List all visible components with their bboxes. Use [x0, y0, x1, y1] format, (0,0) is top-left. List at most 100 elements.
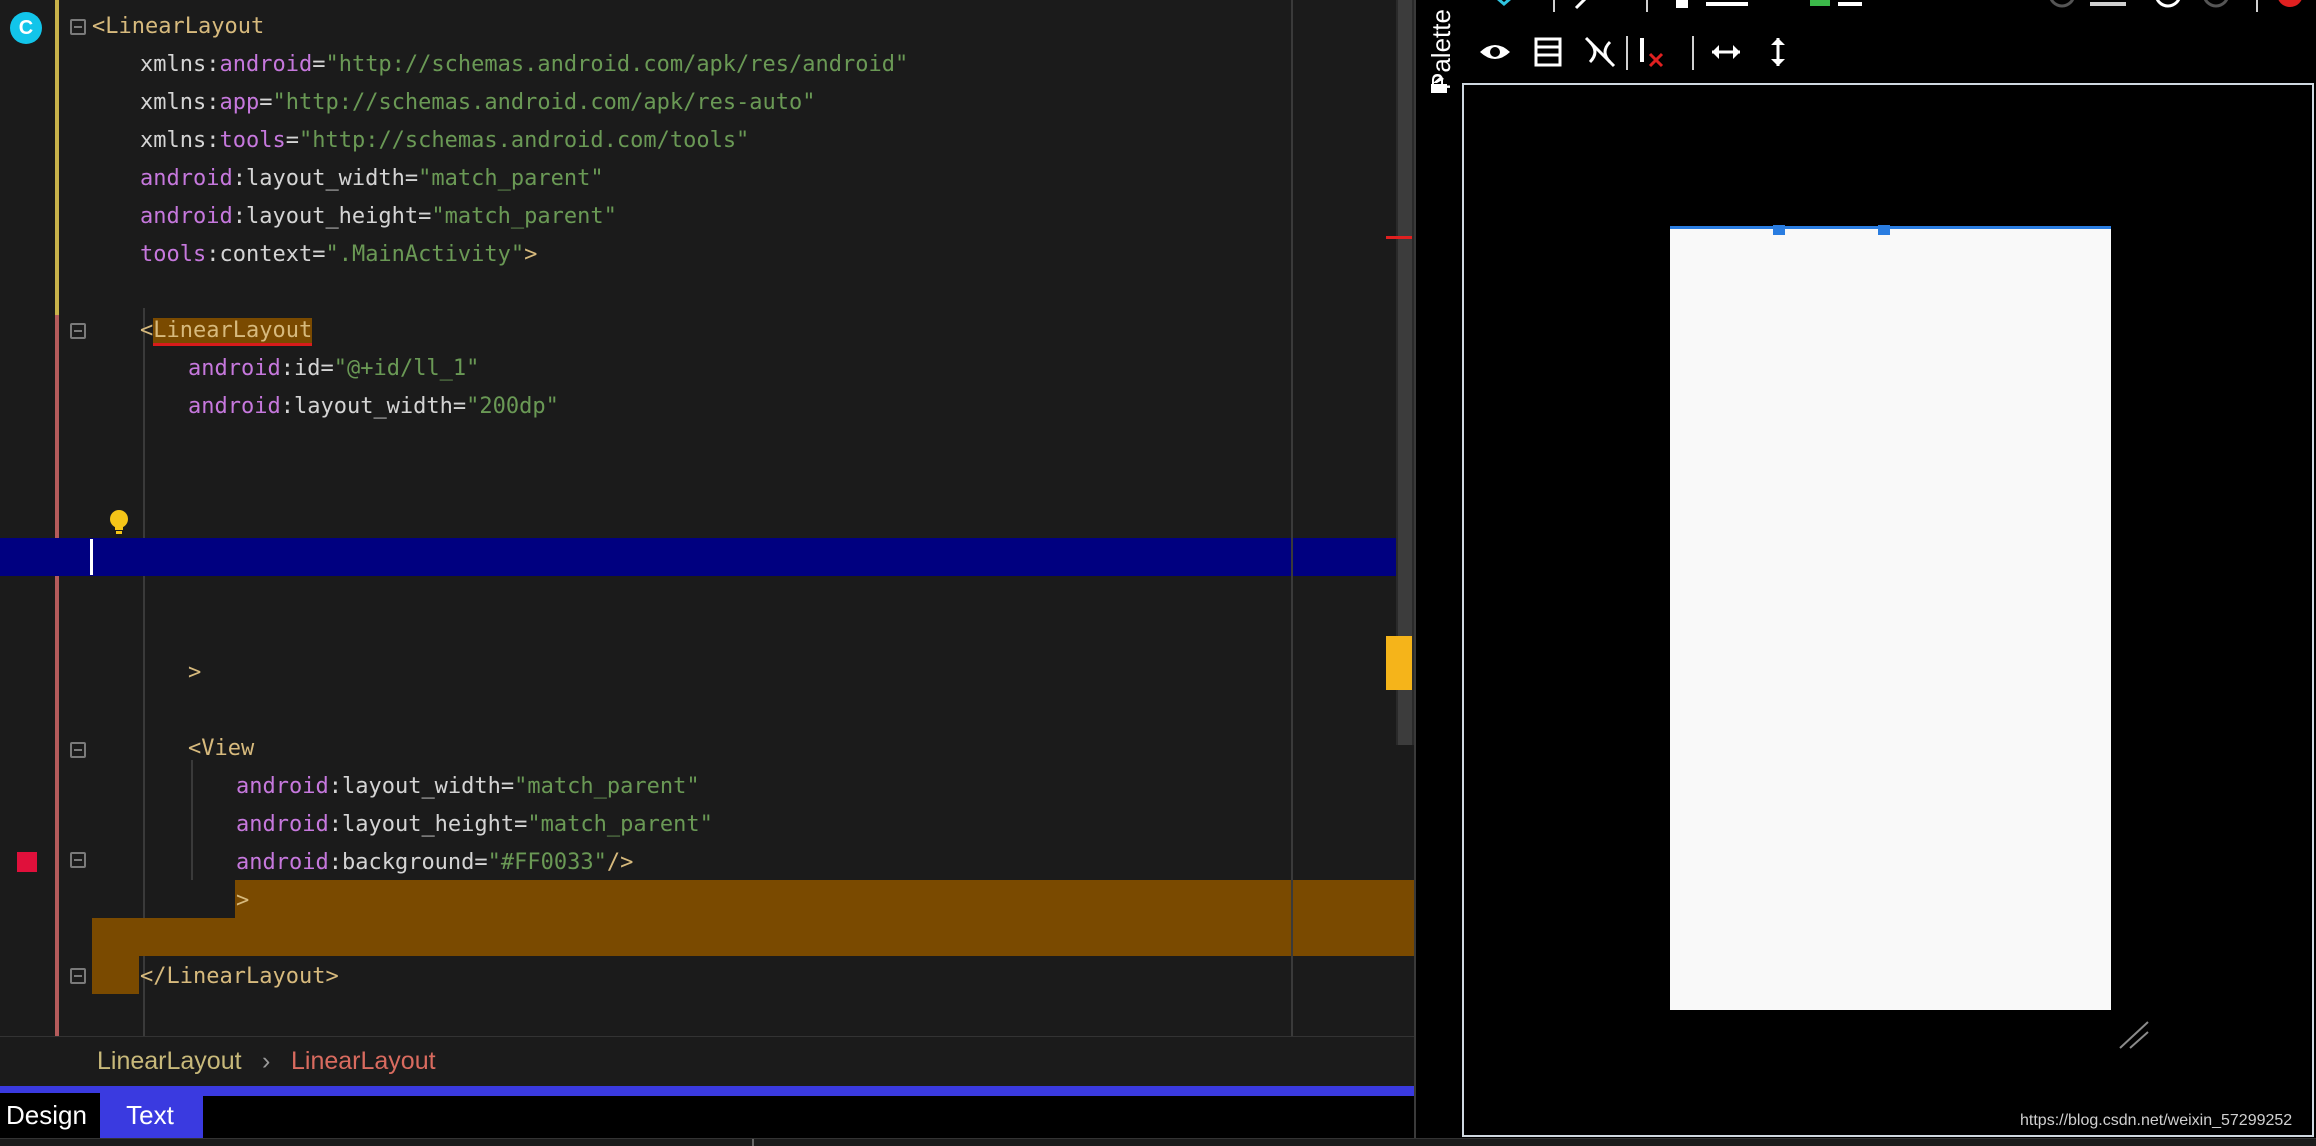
code-line[interactable]	[92, 502, 1414, 540]
device-preview[interactable]	[1670, 225, 2111, 1010]
code-token: id	[293, 356, 321, 381]
code-token: layout_height	[245, 204, 419, 229]
warning-marker[interactable]	[1386, 636, 1412, 690]
code-line[interactable]	[92, 540, 1414, 578]
error-marker[interactable]	[1386, 236, 1412, 239]
breadcrumb-item[interactable]: LinearLayout	[291, 1047, 436, 1076]
code-line[interactable]: >	[188, 654, 1414, 692]
clipped-top-toolbar	[1490, 0, 2316, 20]
code-token: :	[328, 812, 342, 837]
code-token: :	[206, 52, 220, 77]
code-line[interactable]	[92, 616, 1414, 654]
code-token: xmlns	[140, 52, 207, 77]
code-line[interactable]: xmlns:app="http://schemas.android.com/ap…	[140, 84, 1414, 122]
selection-handle[interactable]	[1773, 225, 1785, 235]
code-line[interactable]: <View	[188, 730, 1414, 768]
tab-design[interactable]: Design	[0, 1093, 100, 1138]
code-token: "http://schemas.android.com/apk/res-auto…	[272, 90, 816, 115]
code-token: =	[312, 52, 326, 77]
code-line[interactable]: android:background="#FF0033"/>	[236, 844, 1414, 882]
code-token: >	[325, 964, 339, 989]
code-token: LinearLayout	[153, 318, 313, 346]
code-token: :	[280, 356, 294, 381]
code-token: layout_width	[293, 394, 453, 419]
selection-handle[interactable]	[1878, 225, 1890, 235]
code-token: "match_parent"	[418, 166, 604, 191]
code-line[interactable]: >	[236, 882, 1414, 920]
palette-strip	[1416, 0, 1460, 1145]
toolbar-separator	[1692, 36, 1694, 70]
code-line[interactable]	[92, 274, 1414, 312]
code-token: "match_parent"	[514, 774, 700, 799]
code-line[interactable]: <LinearLayout	[92, 8, 1414, 46]
code-token: =	[259, 90, 273, 115]
code-token: android	[219, 52, 313, 77]
code-line[interactable]	[92, 692, 1414, 730]
design-toolbar	[1460, 20, 2316, 90]
expand-horizontal-icon[interactable]	[1708, 34, 1744, 70]
tab-strip	[0, 1086, 1414, 1093]
breadcrumb-item[interactable]: LinearLayout	[97, 1047, 242, 1076]
code-token: :	[328, 850, 342, 875]
code-line[interactable]	[92, 920, 1414, 958]
resize-handle-icon[interactable]	[2116, 1018, 2152, 1052]
code-line[interactable]: </LinearLayout>	[140, 958, 1414, 996]
code-token: tools	[140, 242, 207, 267]
code-token: </	[140, 964, 167, 989]
code-line[interactable]: <LinearLayout	[140, 312, 1414, 350]
code-token: "http://schemas.android.com/tools"	[298, 128, 750, 153]
code-token: :	[206, 242, 220, 267]
code-token: android	[140, 166, 233, 191]
code-token: =	[404, 166, 419, 191]
code-token: :	[206, 90, 220, 115]
code-token: <	[92, 14, 106, 39]
code-token: <	[140, 318, 154, 343]
code-line[interactable]	[92, 464, 1414, 502]
code-token: android	[236, 812, 329, 837]
code-line[interactable]: tools:context=".MainActivity">	[140, 236, 1414, 274]
constraints-off-icon[interactable]	[1582, 34, 1618, 70]
tab-bar-fill	[200, 1093, 1414, 1138]
code-line[interactable]: android:id="@+id/ll_1"	[188, 350, 1414, 388]
tab-text[interactable]: Text	[100, 1093, 200, 1138]
code-token: "match_parent"	[431, 204, 617, 229]
editor-scrollbar[interactable]	[1386, 0, 1414, 745]
code-token: =	[452, 394, 467, 419]
breadcrumb-separator: ›	[262, 1047, 271, 1075]
eye-icon[interactable]	[1477, 34, 1513, 70]
code-token: "match_parent"	[527, 812, 713, 837]
scrollbar-thumb[interactable]	[1398, 0, 1412, 745]
blueprint-icon[interactable]	[1530, 34, 1566, 70]
code-token: :	[232, 204, 246, 229]
code-token: app	[219, 90, 260, 115]
code-editor[interactable]: C <LinearLayout xmlns:android="http://sch…	[0, 0, 1414, 1036]
code-token: android	[140, 204, 233, 229]
code-token: =	[312, 242, 326, 267]
code-line[interactable]: android:layout_height="match_parent"	[236, 806, 1414, 844]
code-token: :	[232, 166, 246, 191]
code-token: View	[201, 736, 255, 761]
code-token: layout_width	[341, 774, 501, 799]
code-token: android	[236, 774, 329, 799]
code-token: android	[236, 850, 329, 875]
code-line[interactable]: android:layout_height="match_parent"	[140, 198, 1414, 236]
code-token: background	[341, 850, 475, 875]
code-line[interactable]	[92, 578, 1414, 616]
code-line[interactable]: xmlns:android="http://schemas.android.co…	[140, 46, 1414, 84]
breadcrumb: LinearLayout › LinearLayout	[0, 1036, 1414, 1087]
code-token: >	[236, 888, 250, 913]
code-token: :	[280, 394, 294, 419]
watermark: https://blog.csdn.net/weixin_57299252	[2020, 1112, 2293, 1129]
code-line[interactable]: android:layout_width="200dp"	[188, 388, 1414, 426]
clear-constraints-icon[interactable]	[1632, 34, 1668, 70]
code-line[interactable]: android:layout_width="match_parent"	[140, 160, 1414, 198]
palette-icon[interactable]	[1428, 74, 1450, 96]
code-lines: <LinearLayout xmlns:android="http://schem…	[0, 0, 1414, 1036]
expand-vertical-icon[interactable]	[1760, 34, 1796, 70]
code-token: :	[328, 774, 342, 799]
code-line[interactable]: xmlns:tools="http://schemas.android.com/…	[140, 122, 1414, 160]
code-token: "200dp"	[466, 394, 559, 419]
code-token: =	[500, 774, 515, 799]
code-line[interactable]: android:layout_width="match_parent"	[236, 768, 1414, 806]
code-line[interactable]	[92, 426, 1414, 464]
